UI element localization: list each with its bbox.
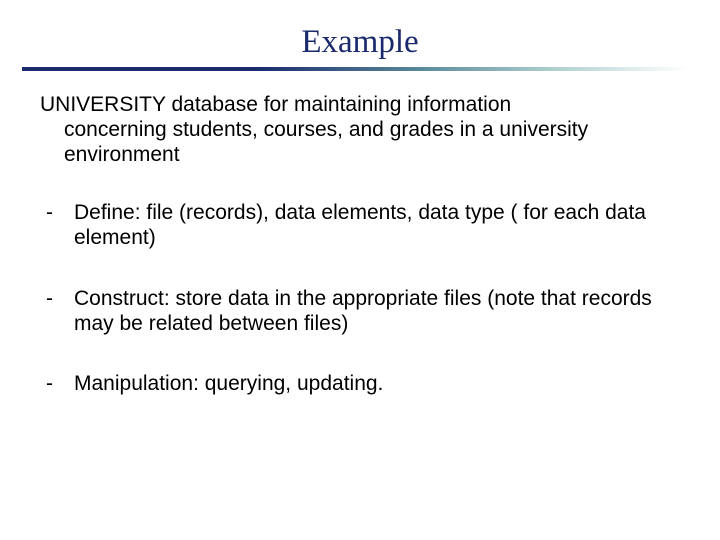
bullet-text: Manipulation: querying, updating. bbox=[74, 372, 383, 395]
slide-body: UNIVERSITY database for maintaining info… bbox=[0, 93, 720, 397]
bullet-text: Construct: store data in the appropriate… bbox=[74, 287, 652, 335]
bullet-text: Define: file (records), data elements, d… bbox=[74, 201, 646, 249]
bullet-item: Define: file (records), data elements, d… bbox=[38, 201, 672, 251]
bullet-item: Manipulation: querying, updating. bbox=[38, 372, 672, 397]
bullet-list: Define: file (records), data elements, d… bbox=[38, 201, 672, 397]
title-divider bbox=[22, 67, 688, 71]
intro-paragraph: UNIVERSITY database for maintaining info… bbox=[38, 93, 672, 167]
intro-rest: concerning students, courses, and grades… bbox=[64, 118, 672, 168]
intro-line1: UNIVERSITY database for maintaining info… bbox=[40, 93, 511, 116]
bullet-item: Construct: store data in the appropriate… bbox=[38, 287, 672, 337]
slide: Example UNIVERSITY database for maintain… bbox=[0, 24, 720, 540]
slide-title: Example bbox=[0, 24, 720, 61]
